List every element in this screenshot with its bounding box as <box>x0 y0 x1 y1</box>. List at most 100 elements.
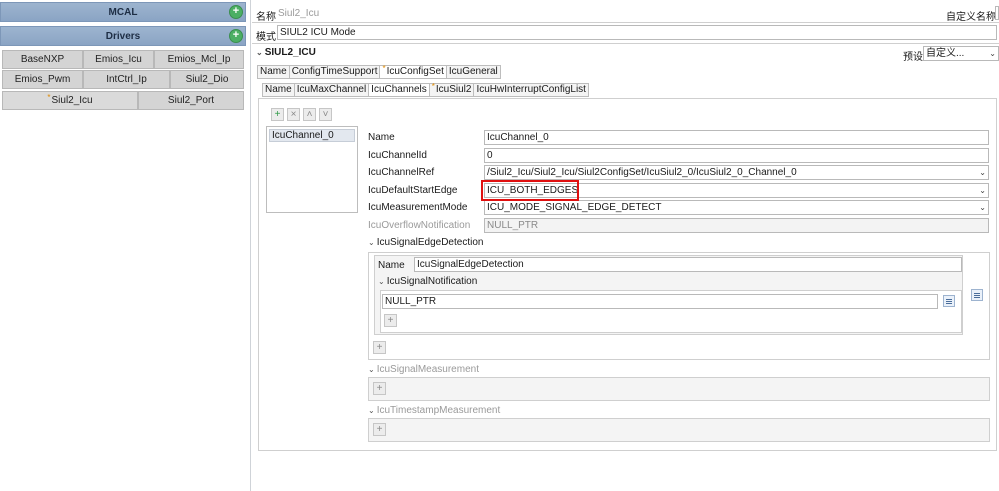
edge-detection-header[interactable]: ⌄ IcuSignalEdgeDetection <box>368 237 483 248</box>
field-value: IcuChannel_0 <box>487 132 549 143</box>
list-icon[interactable] <box>971 289 983 301</box>
tab-label: IcuSiul2 <box>435 84 472 95</box>
timestamp-measurement-header[interactable]: ⌄ IcuTimestampMeasurement <box>368 405 500 416</box>
chevron-down-icon: ⌄ <box>989 49 996 58</box>
tab-icu-max-channel[interactable]: IcuMaxChannel <box>295 84 370 96</box>
config-set-tab-bar: Name IcuMaxChannel IcuChannels * IcuSiul2… <box>262 82 589 97</box>
field-value: NULL_PTR <box>385 296 437 307</box>
plus-icon[interactable]: + <box>384 314 397 327</box>
channel-list: IcuChannel_0 <box>266 126 358 213</box>
plus-icon[interactable]: + <box>373 341 386 354</box>
signal-measurement-header[interactable]: ⌄ IcuSignalMeasurement <box>368 364 479 375</box>
list-item[interactable]: IcuChannel_0 <box>269 129 355 142</box>
mode-label: 模式 <box>256 32 276 43</box>
section-title-mcal: MCAL <box>108 6 138 18</box>
tab-label: IcuMaxChannel <box>296 84 367 95</box>
signal-notification-title: IcuSignalNotification <box>386 276 478 287</box>
plus-icon[interactable]: + <box>373 423 386 436</box>
close-icon[interactable]: × <box>287 108 300 121</box>
channel-id-field[interactable]: 0 <box>484 148 989 163</box>
tab-name[interactable]: Name <box>258 66 290 78</box>
chevron-down-icon: ⌄ <box>368 238 375 247</box>
modified-star-icon: * <box>431 82 435 91</box>
field-value: 0 <box>487 150 493 161</box>
preset-label: 预设 <box>903 52 923 63</box>
tab-icu-channels[interactable]: IcuChannels <box>369 84 430 96</box>
plus-icon[interactable]: + <box>229 29 243 43</box>
driver-button-intctrl-ip[interactable]: IntCtrl_Ip <box>83 70 170 89</box>
tab-label: Name <box>260 66 287 77</box>
driver-label: Emios_Mcl_Ip <box>167 54 231 65</box>
tab-name[interactable]: Name <box>263 84 295 96</box>
timestamp-measurement-group <box>368 418 990 442</box>
driver-button-emios-mcl-ip[interactable]: Emios_Mcl_Ip <box>154 50 244 69</box>
driver-button-siul2-icu[interactable]: * Siul2_Icu <box>2 91 138 110</box>
tab-label: ConfigTimeSupport <box>291 66 378 77</box>
name-field[interactable]: IcuChannel_0 <box>484 130 989 145</box>
section-header-mcal[interactable]: MCAL + <box>0 2 246 22</box>
channel-ref-dropdown[interactable]: /Siul2_Icu/Siul2_Icu/Siul2ConfigSet/IcuS… <box>484 165 989 180</box>
chevron-down-icon: ⌄ <box>368 406 375 415</box>
section-title-drivers: Drivers <box>105 30 141 42</box>
chevron-down-icon: ⌄ <box>378 277 385 286</box>
driver-button-emios-icu[interactable]: Emios_Icu <box>83 50 154 69</box>
chevron-down-icon: ⌄ <box>979 203 986 212</box>
prop-label-default-start-edge: IcuDefaultStartEdge <box>368 185 458 196</box>
driver-button-siul2-port[interactable]: Siul2_Port <box>138 91 244 110</box>
arrow-down-icon[interactable]: ˅ <box>319 108 332 121</box>
mode-field[interactable]: SIUL2 ICU Mode <box>277 25 997 40</box>
tab-config-time-support[interactable]: ConfigTimeSupport <box>290 66 381 78</box>
tab-icu-general[interactable]: IcuGeneral <box>447 66 500 78</box>
preset-dropdown[interactable]: 自定义... ⌄ <box>923 46 999 61</box>
prop-label-overflow-notification: IcuOverflowNotification <box>368 220 471 231</box>
prop-label-measurement-mode: IcuMeasurementMode <box>368 202 468 213</box>
field-value: IcuSignalEdgeDetection <box>417 259 524 270</box>
chevron-down-icon[interactable]: ⌄ <box>256 48 263 57</box>
plus-icon[interactable]: + <box>229 5 243 19</box>
chevron-down-icon: ⌄ <box>368 365 375 374</box>
driver-button-siul2-dio[interactable]: Siul2_Dio <box>170 70 244 89</box>
edge-name-field[interactable]: IcuSignalEdgeDetection <box>414 257 962 272</box>
arrow-up-icon[interactable]: ˄ <box>303 108 316 121</box>
tab-label: IcuGeneral <box>448 66 498 77</box>
config-tab-bar: Name ConfigTimeSupport * IcuConfigSet Icu… <box>257 64 501 79</box>
signal-notification-header[interactable]: ⌄ IcuSignalNotification <box>378 276 477 287</box>
tab-icu-hw-interrupt-config-list[interactable]: IcuHwInterruptConfigList <box>474 84 588 96</box>
driver-label: Siul2_Dio <box>185 74 229 85</box>
driver-button-basenxp[interactable]: BaseNXP <box>2 50 83 69</box>
tab-label: IcuHwInterruptConfigList <box>476 84 586 95</box>
section-header-drivers[interactable]: Drivers + <box>0 26 246 46</box>
field-value: ICU_MODE_SIGNAL_EDGE_DETECT <box>487 202 662 213</box>
modified-star-icon: * <box>382 64 386 73</box>
highlight-box <box>481 180 579 201</box>
channel-label: IcuChannel_0 <box>272 130 334 141</box>
custom-name-checkbox[interactable] <box>995 6 999 20</box>
overflow-notification-field: NULL_PTR <box>484 218 989 233</box>
field-value: NULL_PTR <box>487 220 539 231</box>
mode-value: SIUL2 ICU Mode <box>280 27 356 38</box>
prop-label-name: Name <box>368 132 395 143</box>
tab-label: Name <box>265 84 292 95</box>
prop-label-channel-id: IcuChannelId <box>368 150 427 161</box>
edge-name-label: Name <box>378 260 405 271</box>
driver-label: BaseNXP <box>20 54 65 65</box>
preset-value: 自定义... <box>926 48 965 59</box>
field-value: /Siul2_Icu/Siul2_Icu/Siul2ConfigSet/IcuS… <box>487 167 797 178</box>
edge-detection-title: IcuSignalEdgeDetection <box>376 237 484 248</box>
driver-button-emios-pwm[interactable]: Emios_Pwm <box>2 70 83 89</box>
tab-icu-siul2[interactable]: * IcuSiul2 <box>430 82 475 96</box>
driver-label: Siul2_Port <box>167 95 215 106</box>
measurement-mode-dropdown[interactable]: ICU_MODE_SIGNAL_EDGE_DETECT ⌄ <box>484 200 989 215</box>
plus-icon[interactable]: + <box>373 382 386 395</box>
tab-label: IcuConfigSet <box>386 66 444 77</box>
left-panel: MCAL + Drivers + BaseNXP Emios_Icu Emios… <box>0 0 251 491</box>
prop-label-channel-ref: IcuChannelRef <box>368 167 435 178</box>
list-icon[interactable] <box>943 295 955 307</box>
tab-icu-config-set[interactable]: * IcuConfigSet <box>380 64 447 78</box>
plus-icon[interactable]: + <box>271 108 284 121</box>
signal-notification-field[interactable]: NULL_PTR <box>382 294 938 309</box>
signal-measurement-group <box>368 377 990 401</box>
driver-label: Emios_Icu <box>95 54 142 65</box>
chevron-down-icon: ⌄ <box>979 168 986 177</box>
name-label: 名称 <box>256 12 276 23</box>
